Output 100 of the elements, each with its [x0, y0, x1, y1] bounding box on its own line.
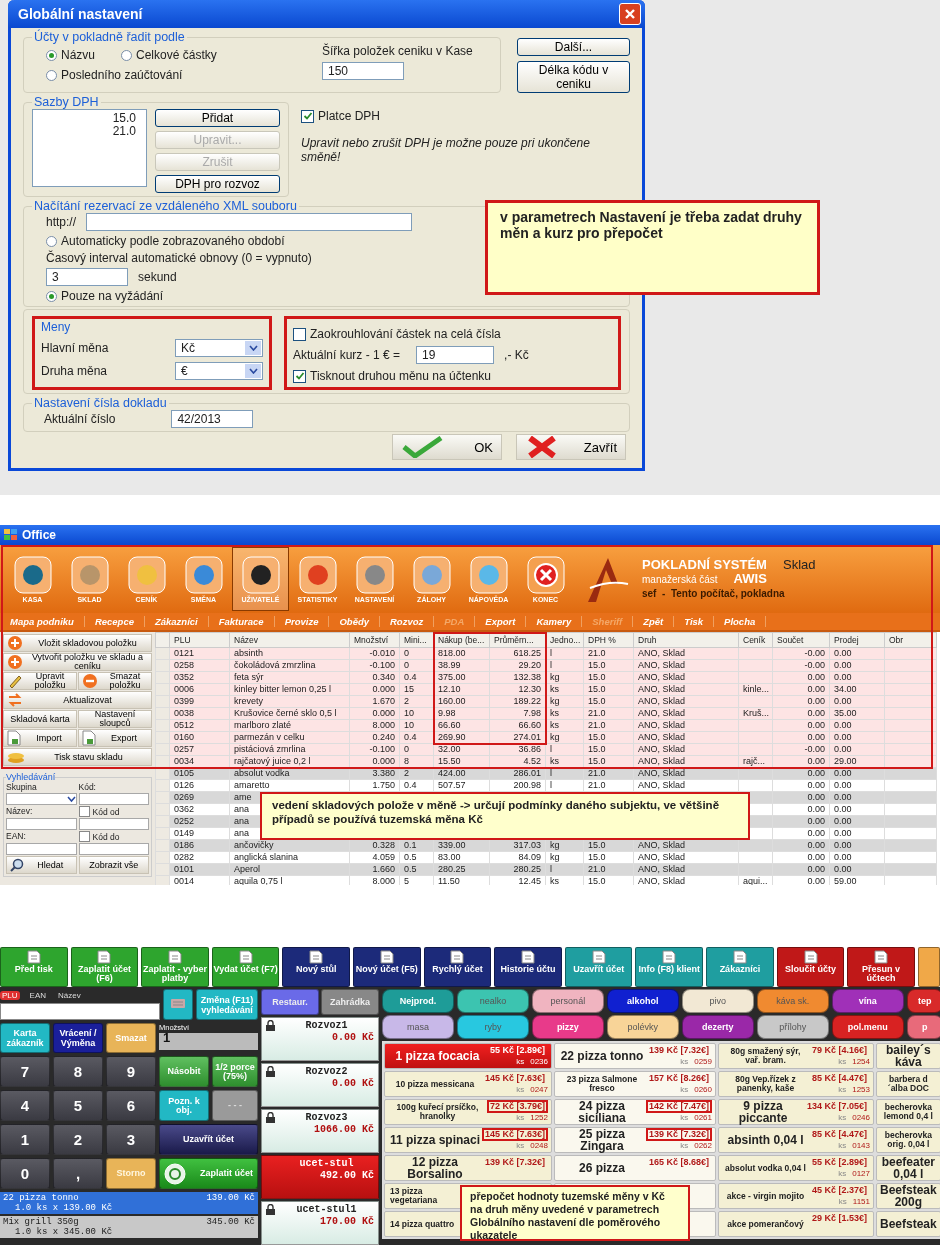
option-label: Automaticky podle zobrazovaného období — [61, 234, 285, 248]
product-code: 1252 — [530, 1113, 548, 1122]
unit-label: ks — [838, 1085, 847, 1094]
table-cell: amaretto — [229, 779, 350, 792]
unit-label: ks — [516, 1085, 525, 1094]
unit-label: ks — [516, 1113, 525, 1122]
group-title: Vyhledávání — [6, 772, 56, 782]
product-price: 142 Kč [7.47€] — [645, 1100, 712, 1113]
product-price: 45 Kč [2.37€] — [810, 1184, 868, 1197]
note-text: Upravit nebo zrušit DPH je možne pouze pri ukončene směně! — [301, 136, 591, 164]
table-cell: l — [545, 779, 584, 792]
option-label: Názvu — [61, 48, 95, 62]
product-price: 85 Kč [4.47€] — [810, 1128, 868, 1141]
product-code: 1253 — [852, 1085, 870, 1094]
checkbox-label: Tisknout druhou měnu na účtenku — [310, 369, 491, 383]
table-cell: 0.4 — [399, 779, 434, 792]
window-title: Office — [22, 528, 56, 542]
table-cell: 0.00 — [772, 851, 830, 864]
table-cell: 0.00 — [829, 803, 885, 816]
table-cell: 0282 — [169, 851, 230, 864]
checkbox-label: Kód od — [92, 806, 120, 817]
product-name: 12 pizza Borsalino — [406, 1156, 464, 1180]
item-detail: 1.0 ks x 345.00 Kč — [14, 1227, 113, 1237]
product-price: 165 Kč [8.68€] — [647, 1156, 710, 1169]
item-name: 22 pizza tonno — [3, 1193, 79, 1203]
unit-label: ks — [680, 1085, 689, 1094]
callout-tooltip: přepočet hodnoty tuzemské měny v Kč na druh měny uvedené v parametrech Globálního nastavení dle poměrového ukazatele — [460, 1185, 690, 1241]
unit-label: ks — [838, 1057, 847, 1066]
product-name: 80g Vep.řízek z panenky, kaše — [734, 1075, 797, 1093]
product-name: 22 pizza tonno — [559, 1050, 645, 1062]
unit-label: ks — [838, 1141, 847, 1150]
product-code: 0127 — [852, 1169, 870, 1178]
item-price: 139.00 Kč — [206, 1193, 255, 1203]
product-name: 14 pizza quattro — [389, 1219, 455, 1229]
field-label: Šířka položek ceniku v Kase — [322, 44, 474, 58]
product-price: 55 Kč [2.89€] — [810, 1156, 868, 1169]
unit-label: ks — [680, 1057, 689, 1066]
product-name: 24 pizza siciliana — [577, 1100, 627, 1124]
product-price: 29 Kč [1.53€] — [810, 1212, 868, 1225]
product-price: 145 Kč [7.63€] — [483, 1072, 546, 1085]
table-cell: 84.09 — [489, 851, 546, 864]
product-name: becherovka lemond 0,4 l — [882, 1103, 934, 1121]
table-cell: kg — [545, 851, 584, 864]
product-name: barbera d´alba DOC — [886, 1075, 930, 1093]
unit-label: ks — [680, 1113, 689, 1122]
module-name: Sklad — [782, 558, 816, 571]
field-label: Hlavní měna — [41, 341, 109, 355]
unit-label: ks — [680, 1141, 689, 1150]
field-label: Kód: — [78, 782, 97, 792]
field-label: Druha měna — [41, 364, 108, 378]
option-label: Pouze na vyžádání — [61, 289, 164, 303]
product-name: akce - virgin mojito — [725, 1191, 806, 1201]
product-name: 23 pizza Salmone fresco — [565, 1075, 639, 1093]
product-name: 100g kuřecí prsíčko, hranolky — [395, 1103, 480, 1121]
product-name: 9 pizza piccante — [737, 1100, 789, 1124]
group-title: Načítání rezervací ze vzdáleného XML souboru — [33, 199, 298, 213]
product-price: 139 Kč [7.32€] — [483, 1156, 546, 1169]
table-cell: 0.00 — [829, 779, 885, 792]
table-cell: 0.00 — [772, 803, 830, 816]
field-label: Skupina — [6, 782, 38, 792]
product-name: 25 pizza Zingara — [577, 1128, 626, 1152]
product-name: bailey´s káva — [885, 1044, 932, 1068]
table-cell: ANO, Sklad — [633, 851, 739, 864]
table-cell: 0.00 — [772, 827, 830, 840]
field-label: EAN: — [6, 831, 27, 842]
group-title: Účty v pokladně řadit podle — [33, 30, 186, 44]
group-title: Sazby DPH — [33, 95, 100, 109]
product-code: 0143 — [852, 1141, 870, 1150]
product-name: 11 pizza spinaci — [388, 1134, 481, 1146]
table-cell: 200.98 — [489, 779, 546, 792]
product-price: 145 Kč [7.63€] — [481, 1128, 548, 1141]
table-cell: anglická slanina — [229, 851, 350, 864]
product-code: 0246 — [852, 1113, 870, 1122]
group-title: Nastavení čísla dokladu — [33, 396, 168, 410]
brand-name: AWIS — [733, 572, 767, 585]
unit-label: ks — [838, 1113, 847, 1122]
field-label: http:// — [46, 215, 77, 229]
product-code: 0260 — [694, 1085, 712, 1094]
checkbox-label: Kód do — [92, 831, 120, 842]
product-name: 80g smažený sýr, vař. bram. — [729, 1047, 802, 1065]
product-code: 1151 — [852, 1197, 870, 1206]
product-price: 55 Kč [2.89€] — [488, 1044, 546, 1057]
item-name: Mix grill 350g — [3, 1217, 79, 1227]
product-code: 0236 — [530, 1057, 548, 1066]
checkbox-label: Platce DPH — [318, 109, 381, 123]
unit-label: ks — [838, 1197, 847, 1206]
product-name: akce pomerančový — [726, 1219, 805, 1229]
product-name: Beefsteak — [880, 1218, 937, 1230]
table-cell: 0362 — [169, 803, 230, 816]
unit-label: sekund — [138, 270, 177, 284]
field-label: Časový interval automatické obnovy (0 = vypnuto) — [46, 251, 313, 265]
item-price: 345.00 Kč — [206, 1217, 255, 1227]
brand-subtitle: manažerská část — [642, 573, 718, 586]
option-label: Posledního zaúčtování — [61, 68, 183, 82]
user-info: sef - Tento počítač, pokladna — [642, 587, 786, 600]
table-cell: 15.0 — [583, 851, 634, 864]
table-cell: 0149 — [169, 827, 230, 840]
product-price: 72 Kč [3.79€] — [486, 1100, 548, 1113]
product-price: 139 Kč [7.32€] — [645, 1128, 712, 1141]
table-cell: ANO, Sklad — [633, 779, 739, 792]
